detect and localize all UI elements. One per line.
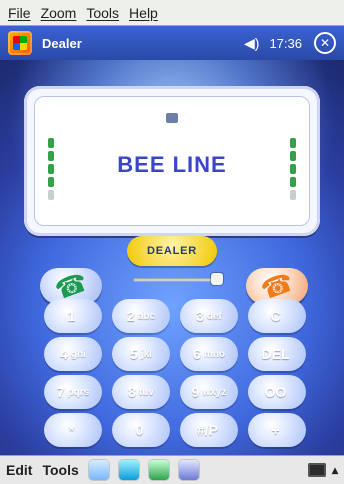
taskbar-app-4-icon[interactable] <box>178 460 199 480</box>
key-0[interactable]: 0 <box>112 413 170 447</box>
title-bar: Dealer ◀︎) 17:36 ✕ <box>0 26 344 60</box>
menu-file[interactable]: File <box>8 5 31 21</box>
key-4[interactable]: 4 ghi <box>44 337 102 371</box>
speaker-icon[interactable]: ◀︎) <box>244 35 259 52</box>
key-c[interactable]: C <box>248 299 306 333</box>
key-plus[interactable]: + <box>248 413 306 447</box>
key-8[interactable]: 8 tuv <box>112 375 170 409</box>
key-3[interactable]: 3 def <box>180 299 238 333</box>
windows-flag-icon <box>13 36 27 50</box>
taskbar-app-2-icon[interactable] <box>118 460 139 480</box>
dealer-label: DEALER <box>127 236 217 266</box>
key-6[interactable]: 6 mno <box>180 337 238 371</box>
volume-slider-knob[interactable] <box>211 273 223 285</box>
taskbar: Edit Tools ▴ <box>0 455 344 484</box>
key-1[interactable]: 1 <box>44 299 102 333</box>
taskbar-tools[interactable]: Tools <box>42 462 78 478</box>
key-2[interactable]: 2 abc <box>112 299 170 333</box>
menu-tools[interactable]: Tools <box>86 5 119 21</box>
signal-icon <box>287 135 299 225</box>
key-star[interactable]: * <box>44 413 102 447</box>
phone-screen-inner: BEE LINE <box>34 96 310 226</box>
battery-bar-1 <box>48 138 54 148</box>
key-7[interactable]: 7 pqrs <box>44 375 102 409</box>
keyboard-icon[interactable] <box>307 463 326 477</box>
taskbar-right: ▴ <box>307 463 338 477</box>
dialer-app: BEE LINE DEALER ☎ ☎ 1 2 abc 3 def C 4 ghi 5… <box>0 60 344 455</box>
taskbar-app-3-icon[interactable] <box>148 460 169 480</box>
menu-bar: File Zoom Tools Help <box>0 0 344 26</box>
battery-bar-4 <box>48 177 54 187</box>
key-9[interactable]: 9 wxyz <box>180 375 238 409</box>
key-oo[interactable]: OO <box>248 375 306 409</box>
signal-bar-4 <box>290 177 296 187</box>
signal-bar-1 <box>290 138 296 148</box>
signal-bar-5 <box>290 190 296 200</box>
battery-icon <box>45 135 57 225</box>
key-del[interactable]: DEL <box>248 337 306 371</box>
start-button[interactable] <box>8 31 32 55</box>
operator-name: BEE LINE <box>117 152 227 177</box>
app-title: Dealer <box>42 35 82 51</box>
menu-zoom[interactable]: Zoom <box>41 5 77 21</box>
battery-bar-5 <box>48 190 54 200</box>
taskbar-edit[interactable]: Edit <box>6 462 32 478</box>
key-5[interactable]: 5 jkl <box>112 337 170 371</box>
clock[interactable]: 17:36 <box>269 36 302 51</box>
volume-slider-track <box>133 278 223 282</box>
taskbar-app-1-icon[interactable] <box>88 460 109 480</box>
volume-slider[interactable] <box>133 273 223 285</box>
key-hash-p[interactable]: #/P <box>180 413 238 447</box>
close-button[interactable]: ✕ <box>314 32 336 54</box>
chevron-up-icon[interactable]: ▴ <box>332 463 338 477</box>
phone-screen: BEE LINE <box>24 86 320 236</box>
menu-help[interactable]: Help <box>129 5 158 21</box>
close-icon: ✕ <box>319 36 331 50</box>
network-indicator-icon <box>166 113 178 123</box>
